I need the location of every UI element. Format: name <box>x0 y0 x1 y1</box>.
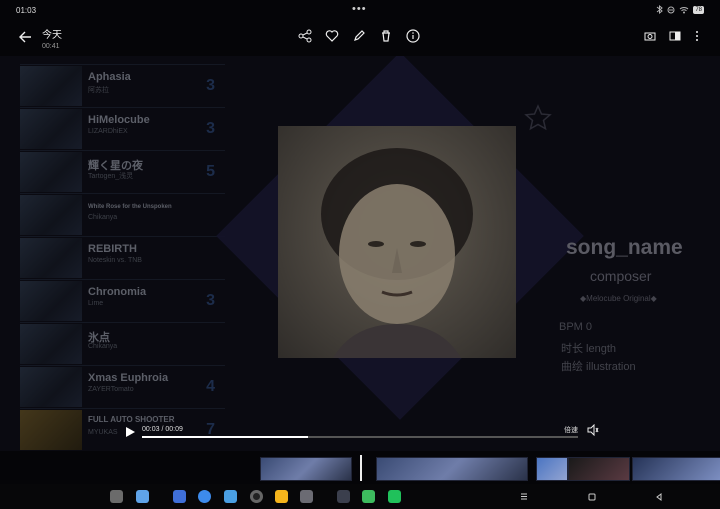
song-item: Aphasia 阿苏拉 3 <box>20 64 225 107</box>
illustration-text: 曲绘 illustration <box>561 361 636 373</box>
status-time: 01:03 <box>16 6 37 15</box>
song-item: Chronomia Lime 3 <box>20 279 225 322</box>
song-item: REBIRTH Noteskin vs. TNB <box>20 236 225 279</box>
song-thumbnail <box>20 195 82 235</box>
battery-icon: 78 <box>693 5 704 14</box>
filmstrip-frame <box>376 457 528 481</box>
song-composer: LIZARDhiEX <box>88 128 128 135</box>
viewer-top-bar: 今天 00:41 <box>0 22 720 54</box>
do-not-disturb-icon <box>667 6 675 13</box>
song-composer: 阿苏拉 <box>88 87 109 94</box>
status-more-dots[interactable]: ••• <box>352 3 367 15</box>
files-icon[interactable] <box>173 490 186 503</box>
song-title: HiMelocube <box>88 114 150 126</box>
song-list: Aphasia 阿苏拉 3 HiMelocube LIZARDhiEX 3 輝く星の夜 T… <box>20 64 225 451</box>
time-display: 00:03 / 00:09 <box>142 426 183 433</box>
delete-trash-icon[interactable] <box>379 29 393 43</box>
favorite-star-icon <box>524 104 552 131</box>
more-vertical-icon[interactable] <box>694 30 700 42</box>
action-group <box>298 29 420 43</box>
filmstrip-frame <box>632 457 720 481</box>
length-text: 时长 length <box>561 343 617 355</box>
camera-icon[interactable] <box>644 30 656 42</box>
bluetooth-icon <box>657 5 664 14</box>
taskbar-dock <box>0 484 720 509</box>
song-item: HiMelocube LIZARDhiEX 3 <box>20 107 225 150</box>
composer-text: composer <box>590 268 652 284</box>
favorite-heart-icon[interactable] <box>325 29 339 43</box>
back-nav-icon[interactable] <box>655 493 663 501</box>
face-overlay-image <box>278 126 516 358</box>
song-thumbnail <box>20 367 82 407</box>
split-view-icon[interactable] <box>669 30 681 42</box>
song-title: Chronomia <box>88 286 147 298</box>
speed-button[interactable]: 倍速 <box>564 425 578 435</box>
share-icon[interactable] <box>298 29 312 43</box>
filmstrip-frame <box>536 457 568 481</box>
song-item: 氷点 Chikanya <box>20 322 225 365</box>
song-title: Aphasia <box>88 71 131 83</box>
song-composer: ZAYERTomato <box>88 386 134 393</box>
filmstrip-frame <box>260 457 352 481</box>
page-subtitle: 00:41 <box>42 43 60 50</box>
title-block: 今天 00:41 <box>42 26 62 50</box>
video-content[interactable]: Aphasia 阿苏拉 3 HiMelocube LIZARDhiEX 3 輝く星の夜 T… <box>0 56 720 451</box>
song-thumbnail <box>20 66 82 106</box>
status-icons: 78 <box>656 5 704 14</box>
song-level: 4 <box>206 378 215 395</box>
info-icon[interactable] <box>406 29 420 43</box>
browser-icon[interactable] <box>198 490 211 503</box>
song-title: Xmas Euphroia <box>88 372 169 384</box>
song-thumbnail <box>20 152 82 192</box>
gallery-icon[interactable] <box>224 490 237 503</box>
song-composer: Chikanya <box>88 343 118 350</box>
folder-icon[interactable] <box>136 490 149 503</box>
security-icon[interactable] <box>362 490 375 503</box>
song-level: 3 <box>206 120 215 137</box>
song-thumbnail <box>20 238 82 278</box>
song-name-text: song_name <box>566 236 683 259</box>
apps-grid-icon[interactable] <box>110 490 123 503</box>
song-thumbnail <box>20 281 82 321</box>
wechat-icon[interactable] <box>388 490 401 503</box>
filmstrip-frame <box>568 457 630 481</box>
song-composer: Tartogen_浅灵 <box>88 173 134 180</box>
notes-icon[interactable] <box>275 490 288 503</box>
settings-icon[interactable] <box>300 490 313 503</box>
home-nav-icon[interactable] <box>588 493 596 501</box>
song-composer: Lime <box>88 300 104 307</box>
song-level: 3 <box>206 292 215 309</box>
mute-icon[interactable] <box>587 424 599 436</box>
song-item: Xmas Euphroia ZAYERTomato 4 <box>20 365 225 408</box>
song-composer: Chikanya <box>88 214 118 221</box>
page-title: 今天 <box>42 30 62 41</box>
song-thumbnail <box>20 109 82 149</box>
progress-track[interactable] <box>142 436 578 438</box>
menu-nav-icon[interactable] <box>520 493 528 500</box>
song-item: 輝く星の夜 Tartogen_浅灵 5 <box>20 150 225 193</box>
edit-pencil-icon[interactable] <box>352 29 366 43</box>
song-level: 5 <box>206 163 215 180</box>
song-level: 3 <box>206 77 215 94</box>
filmstrip-playhead[interactable] <box>360 455 362 481</box>
progress-fill <box>142 436 308 438</box>
song-title: White Rose for the Unspoken <box>88 204 172 210</box>
origin-text: ◆Melocube Original◆ <box>580 294 657 303</box>
back-arrow-icon[interactable] <box>18 30 32 44</box>
video-player-controls: 00:03 / 00:09 倍速 <box>0 420 720 446</box>
app-icon-1[interactable] <box>337 490 350 503</box>
wifi-icon <box>679 6 689 13</box>
song-title: REBIRTH <box>88 243 137 255</box>
play-icon[interactable] <box>124 426 136 438</box>
bpm-text: BPM 0 <box>559 321 593 333</box>
song-item: White Rose for the Unspoken Chikanya <box>20 193 225 236</box>
right-action-group <box>644 30 700 42</box>
camera-app-icon[interactable] <box>250 490 263 503</box>
song-composer: Noteskin vs. TNB <box>88 257 142 264</box>
timeline-filmstrip[interactable] <box>0 455 720 481</box>
status-bar: 01:03 ••• 78 <box>0 0 720 22</box>
song-thumbnail <box>20 324 82 364</box>
